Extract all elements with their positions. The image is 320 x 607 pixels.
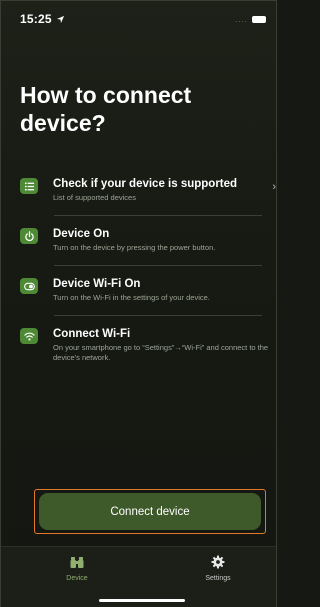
- tab-settings[interactable]: Settings: [188, 555, 248, 582]
- power-icon: [20, 228, 38, 244]
- step-text: Device Wi-Fi On Turn on the Wi-Fi in the…: [53, 277, 273, 303]
- step-text: Device On Turn on the device by pressing…: [53, 227, 273, 253]
- connect-device-button[interactable]: Connect device: [39, 493, 261, 530]
- step-description: List of supported devices: [53, 193, 136, 202]
- binoculars-icon: [70, 557, 84, 568]
- gear-icon: [211, 555, 225, 569]
- step-description: On your smartphone go to “Settings”→“Wi-…: [53, 343, 269, 362]
- tab-label: Device: [66, 575, 88, 582]
- toggle-icon: [20, 278, 38, 294]
- divider: [54, 265, 262, 266]
- step-device-on: Device On Turn on the device by pressing…: [20, 227, 278, 253]
- tab-device[interactable]: Device: [47, 555, 107, 582]
- step-title: Device On: [53, 228, 110, 240]
- home-indicator: [99, 599, 185, 602]
- status-bar: 15:25 ....: [1, 1, 276, 37]
- divider: [54, 315, 262, 316]
- status-indicators: ....: [235, 15, 266, 24]
- app-screen: 15:25 .... How to connect device? Check …: [0, 0, 277, 607]
- battery-icon: [252, 15, 266, 23]
- step-title: Connect Wi-Fi: [53, 328, 131, 340]
- divider: [54, 215, 262, 216]
- step-connect-wifi: Connect Wi-Fi On your smartphone go to “…: [20, 327, 278, 363]
- step-text: Check if your device is supported List o…: [53, 177, 273, 203]
- step-check-supported[interactable]: Check if your device is supported List o…: [20, 177, 278, 203]
- wifi-icon: [20, 328, 38, 344]
- step-description: Turn on the Wi-Fi in the settings of you…: [53, 293, 210, 302]
- step-text: Connect Wi-Fi On your smartphone go to “…: [53, 327, 273, 363]
- status-time-group: 15:25: [20, 12, 65, 26]
- tab-bar: Device Settings: [1, 546, 276, 607]
- page-title: How to connect device?: [20, 82, 192, 136]
- step-description: Turn on the device by pressing the power…: [53, 243, 216, 252]
- status-time: 15:25: [20, 12, 52, 26]
- chevron-right-icon: ›: [272, 181, 276, 193]
- step-title: Device Wi-Fi On: [53, 278, 141, 290]
- signal-icon: ....: [235, 14, 248, 24]
- tab-label: Settings: [205, 575, 231, 582]
- step-device-wifi-on: Device Wi-Fi On Turn on the Wi-Fi in the…: [20, 277, 278, 303]
- step-title: Check if your device is supported: [53, 178, 238, 190]
- location-arrow-icon: [56, 15, 64, 23]
- list-icon: [20, 178, 38, 194]
